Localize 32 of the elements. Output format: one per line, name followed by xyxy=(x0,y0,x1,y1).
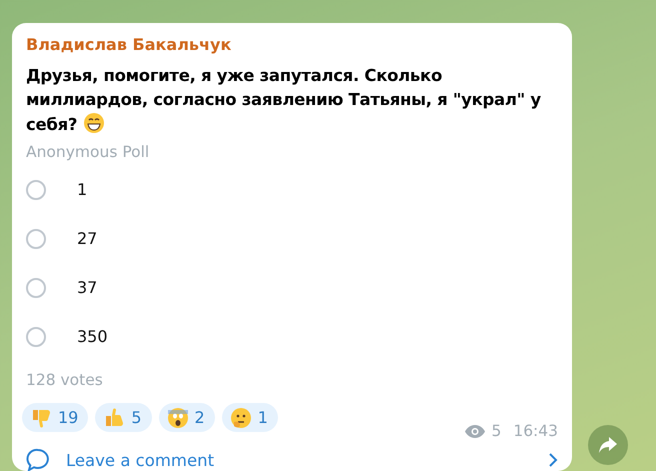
share-button[interactable] xyxy=(588,425,628,465)
chevron-right-icon xyxy=(548,452,558,468)
thinking-emoji-icon xyxy=(230,406,252,428)
reaction-chip[interactable]: 19 xyxy=(22,403,88,432)
speech-bubble-icon xyxy=(26,448,50,471)
thumbs-up-icon xyxy=(103,406,126,428)
reaction-count: 2 xyxy=(194,408,205,427)
reaction-chip[interactable]: 1 xyxy=(222,403,278,432)
scream-emoji-icon xyxy=(166,406,189,428)
reaction-count: 1 xyxy=(258,408,268,427)
option-label: 27 xyxy=(77,229,98,248)
radio-button[interactable] xyxy=(26,228,46,248)
share-arrow-icon xyxy=(599,437,617,453)
reaction-chip[interactable]: 5 xyxy=(95,403,152,432)
message-time: 16:43 xyxy=(513,422,558,440)
radio-button[interactable] xyxy=(26,326,46,346)
option-label: 1 xyxy=(77,180,88,199)
eye-icon xyxy=(465,424,486,438)
radio-button[interactable] xyxy=(26,278,46,298)
poll-type: Anonymous Poll xyxy=(26,142,150,163)
option-label: 350 xyxy=(77,327,108,346)
grinning-emoji-icon xyxy=(82,112,105,134)
vote-count: 128 votes xyxy=(26,371,104,389)
poll-question: Друзья, помогите, я уже запутался. Сколько миллиардов, согласно заявлению Татьяны, я "украл" у себя? xyxy=(26,65,542,136)
view-count: 5 xyxy=(491,422,502,440)
reaction-chip[interactable]: 2 xyxy=(158,403,215,432)
comment-link[interactable]: Leave a comment xyxy=(12,448,572,471)
reaction-count: 19 xyxy=(58,408,78,427)
reaction-count: 5 xyxy=(131,408,142,427)
option-label: 37 xyxy=(77,278,98,297)
radio-button[interactable] xyxy=(26,180,46,200)
author-name: Владислав Бакальчук xyxy=(26,35,232,55)
